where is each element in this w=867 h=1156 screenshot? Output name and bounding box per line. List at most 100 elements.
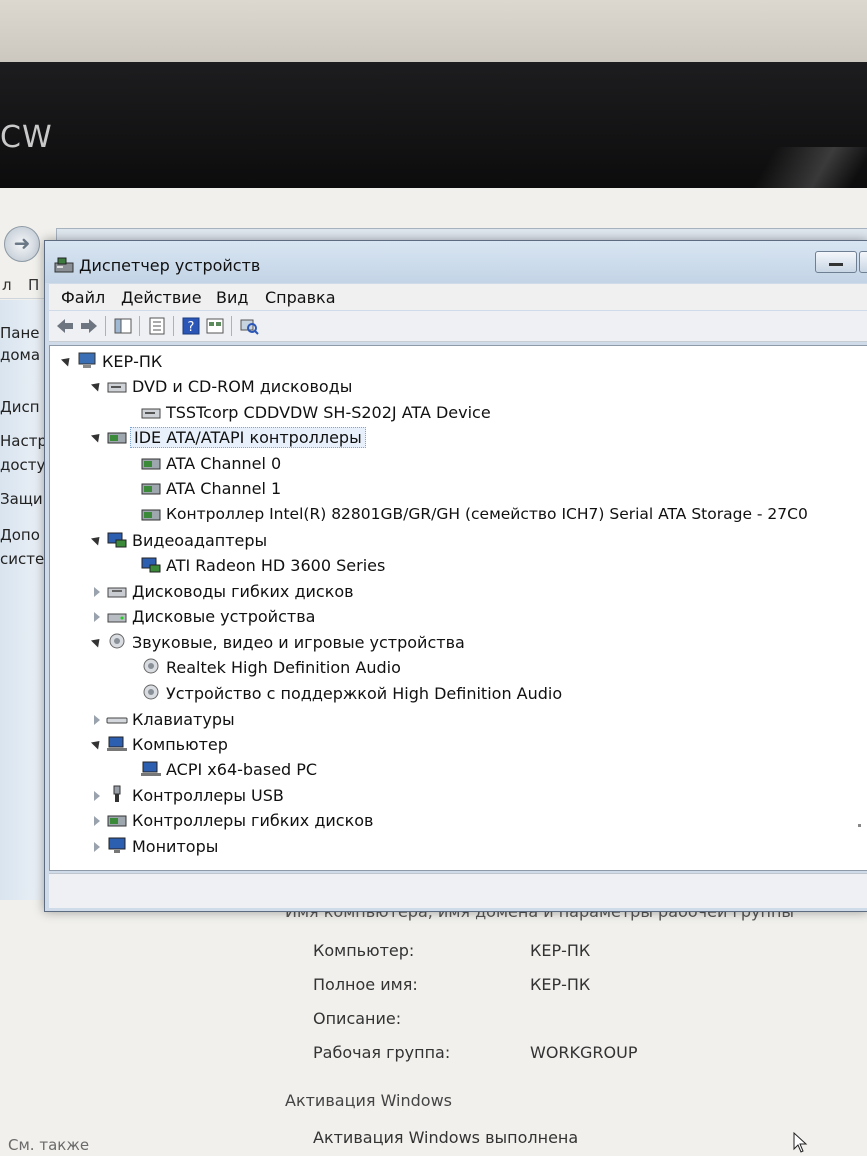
dvd-drive-icon bbox=[107, 382, 127, 393]
usb-controller-icon bbox=[113, 785, 121, 802]
back-arrow-icon[interactable] bbox=[55, 316, 75, 336]
sidebar-link[interactable]: Допо bbox=[0, 526, 40, 544]
menu-action[interactable]: Действие bbox=[121, 288, 202, 307]
sound-device-icon bbox=[143, 684, 159, 700]
help-icon[interactable]: ? bbox=[181, 316, 201, 336]
field-label: Полное имя: bbox=[313, 975, 418, 994]
collapse-arrow-icon[interactable] bbox=[94, 715, 100, 725]
sidebar-link[interactable]: Защи bbox=[0, 490, 43, 508]
computer-icon bbox=[141, 761, 161, 776]
svg-text:?: ? bbox=[188, 320, 195, 335]
toolbar: ? bbox=[49, 311, 867, 342]
ide-controller-icon bbox=[141, 483, 161, 495]
category-label-selected: IDE ATA/ATAPI контроллеры bbox=[130, 427, 366, 448]
device-label: ACPI x64-based PC bbox=[166, 760, 318, 779]
background-menubar: л П bbox=[0, 270, 44, 299]
expand-arrow-icon[interactable] bbox=[90, 635, 104, 648]
device-label: TSSTcorp CDDVDW SH-S202J ATA Device bbox=[166, 403, 491, 422]
maximize-button[interactable] bbox=[859, 251, 867, 273]
expand-arrow-icon[interactable] bbox=[90, 379, 104, 392]
category-label: Контроллеры гибких дисков bbox=[132, 811, 374, 830]
field-value: WORKGROUP bbox=[530, 1043, 638, 1062]
sidebar-link[interactable]: дома bbox=[0, 346, 40, 364]
device-manager-icon bbox=[54, 257, 74, 273]
expand-arrow-icon[interactable] bbox=[90, 533, 104, 546]
window-title: Диспетчер устройств bbox=[79, 256, 261, 275]
background-menu-fragment[interactable]: л bbox=[2, 276, 12, 294]
scan-hardware-icon[interactable] bbox=[239, 316, 259, 336]
forward-arrow-icon[interactable] bbox=[79, 316, 99, 336]
device-label: ATA Channel 1 bbox=[166, 479, 282, 498]
field-label: Компьютер: bbox=[313, 941, 415, 960]
menu-help[interactable]: Справка bbox=[265, 288, 336, 307]
wall-background bbox=[0, 0, 867, 68]
ide-controller-icon bbox=[141, 458, 161, 470]
title-bar[interactable]: Диспетчер устройств bbox=[45, 241, 867, 283]
activation-header: Активация Windows bbox=[285, 1091, 452, 1110]
device-label: Контроллер Intel(R) 82801GB/GR/GH (семей… bbox=[166, 505, 808, 523]
disk-drive-icon bbox=[107, 613, 127, 623]
see-also-link[interactable]: См. также bbox=[8, 1136, 89, 1154]
monitor-bezel bbox=[0, 62, 867, 227]
collapse-arrow-icon[interactable] bbox=[94, 587, 100, 597]
toolbar-separator bbox=[139, 316, 140, 336]
back-arrow-icon: ➜ bbox=[13, 231, 31, 255]
toolbar-separator bbox=[231, 316, 232, 336]
computer-root-icon bbox=[78, 352, 96, 368]
toolbar-separator bbox=[173, 316, 174, 336]
floppy-controller-icon bbox=[107, 815, 127, 827]
computer-icon bbox=[107, 736, 127, 751]
activation-status: Активация Windows выполнена bbox=[313, 1128, 579, 1147]
minimize-button[interactable] bbox=[815, 251, 857, 273]
dvd-drive-icon bbox=[141, 408, 161, 419]
ide-controller-icon bbox=[141, 509, 161, 521]
category-label: Дисковые устройства bbox=[132, 607, 316, 626]
collapse-arrow-icon[interactable] bbox=[94, 612, 100, 622]
expand-arrow-icon[interactable] bbox=[90, 430, 104, 443]
monitor-brand: CW bbox=[0, 120, 53, 155]
properties-icon[interactable] bbox=[147, 316, 167, 336]
category-label: Контроллеры USB bbox=[132, 786, 284, 805]
device-manager-window: Диспетчер устройств Файл Действие Вид Сп… bbox=[44, 240, 867, 912]
back-button[interactable]: ➜ bbox=[4, 226, 40, 262]
device-label: ATI Radeon HD 3600 Series bbox=[166, 556, 386, 575]
mouse-cursor-icon bbox=[793, 1132, 808, 1153]
category-label: Звуковые, видео и игровые устройства bbox=[132, 633, 465, 652]
background-menu-fragment[interactable]: П bbox=[28, 276, 39, 294]
sidebar-link[interactable]: систе bbox=[0, 550, 44, 568]
expand-arrow-icon[interactable] bbox=[60, 354, 74, 367]
device-label: Realtek High Definition Audio bbox=[166, 658, 401, 677]
sound-device-icon bbox=[143, 658, 159, 674]
toolbar-separator bbox=[105, 316, 106, 336]
view-icon[interactable] bbox=[205, 316, 225, 336]
sidebar-link[interactable]: Настр bbox=[0, 432, 47, 450]
menubar: Файл Действие Вид Справка bbox=[49, 284, 867, 310]
category-label: Компьютер bbox=[132, 735, 228, 754]
field-label: Описание: bbox=[313, 1009, 402, 1028]
expand-arrow-icon[interactable] bbox=[90, 737, 104, 750]
keyboard-icon bbox=[106, 717, 128, 724]
sound-device-icon bbox=[109, 633, 125, 649]
status-bar bbox=[49, 873, 867, 908]
menu-view[interactable]: Вид bbox=[216, 288, 248, 307]
sidebar-link[interactable]: Пане bbox=[0, 324, 40, 342]
background-sidebar: Пане дома Дисп Настр досту Защи Допо сис… bbox=[0, 300, 47, 900]
collapse-arrow-icon[interactable] bbox=[94, 842, 100, 852]
tree-root-label: КЕР-ПК bbox=[102, 352, 163, 371]
minimize-icon bbox=[829, 263, 843, 266]
category-label: Видеоадаптеры bbox=[132, 531, 268, 550]
console-tree-icon[interactable] bbox=[113, 316, 133, 336]
field-label: Рабочая группа: bbox=[313, 1043, 451, 1062]
collapse-arrow-icon[interactable] bbox=[94, 791, 100, 801]
field-value: КЕР-ПК bbox=[530, 975, 591, 994]
scroll-indicator bbox=[858, 824, 861, 827]
sidebar-link[interactable]: Дисп bbox=[0, 398, 40, 416]
display-adapter-icon bbox=[141, 557, 161, 573]
category-label: Мониторы bbox=[132, 837, 219, 856]
ide-controller-icon bbox=[107, 432, 127, 444]
category-label: DVD и CD-ROM дисководы bbox=[132, 377, 353, 396]
collapse-arrow-icon[interactable] bbox=[94, 816, 100, 826]
display-adapter-icon bbox=[107, 532, 127, 548]
menu-file[interactable]: Файл bbox=[61, 288, 105, 307]
sidebar-link[interactable]: досту bbox=[0, 456, 45, 474]
